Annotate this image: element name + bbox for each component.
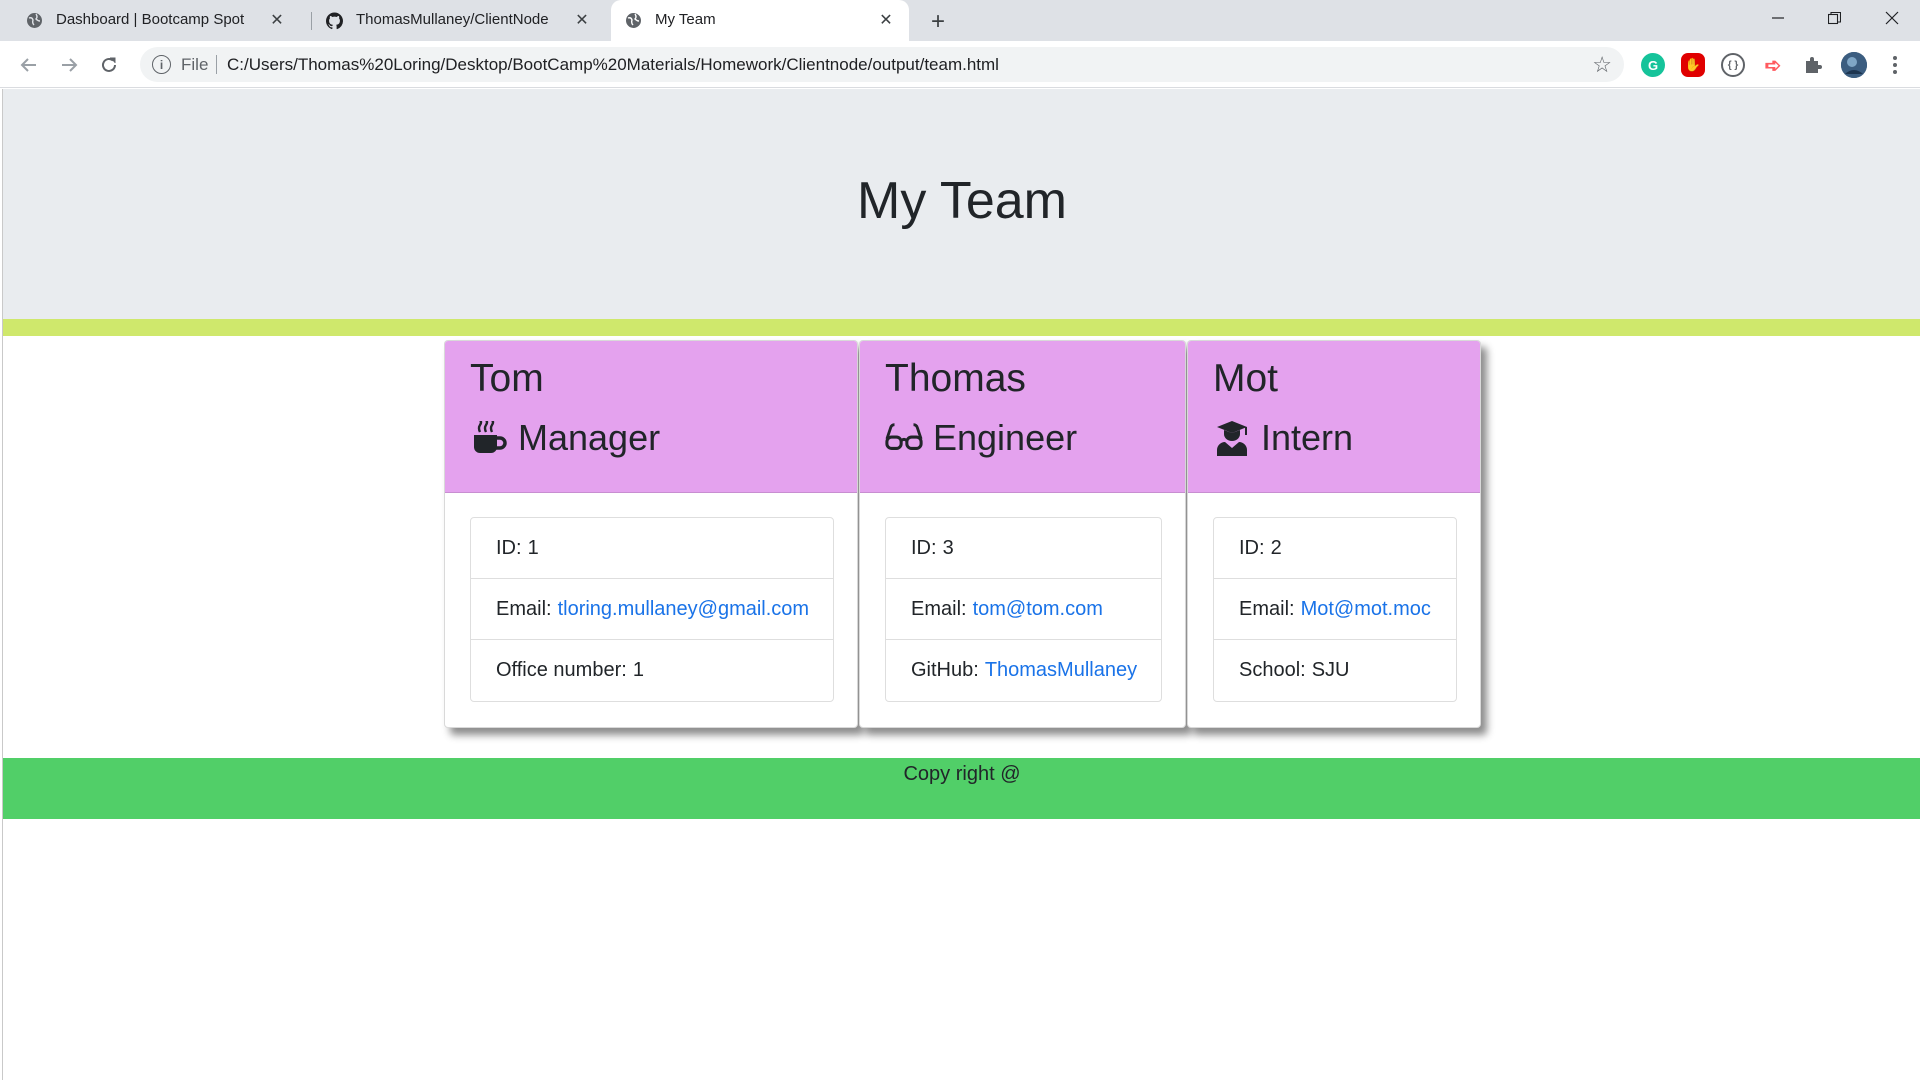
info-list: ID: 1 Email: tloring.mullaney@gmail.com Of… <box>470 517 834 702</box>
github-link[interactable]: ThomasMullaney <box>985 659 1137 682</box>
close-icon[interactable]: ✕ <box>877 11 895 29</box>
info-school: School: SJU <box>1214 640 1456 701</box>
github-icon <box>326 12 343 29</box>
info-id: ID: 1 <box>471 518 833 579</box>
card-header: Thomas Engineer <box>860 341 1185 493</box>
info-icon[interactable]: i <box>152 55 171 74</box>
employee-role: Engineer <box>885 417 1077 459</box>
info-list: ID: 3 Email: tom@tom.com GitHub: ThomasMull… <box>885 517 1162 702</box>
id-value: 2 <box>1270 536 1282 559</box>
puzzle-icon[interactable] <box>1801 53 1825 77</box>
adblock-icon[interactable]: ✋ <box>1681 53 1705 77</box>
menu-kebab-icon[interactable] <box>1880 50 1910 80</box>
tab-my-team[interactable]: My Team ✕ <box>611 0 909 41</box>
back-icon[interactable] <box>14 50 44 80</box>
email-link[interactable]: tom@tom.com <box>973 598 1103 621</box>
info-email: Email: Mot@mot.moc <box>1214 579 1456 640</box>
employee-role: Intern <box>1213 417 1353 459</box>
browser-toolbar: i File C:/Users/Thomas%20Loring/Desktop/… <box>0 41 1920 88</box>
reload-icon[interactable] <box>94 50 124 80</box>
info-id: ID: 2 <box>1214 518 1456 579</box>
info-email: Email: tom@tom.com <box>886 579 1161 640</box>
cast-icon[interactable]: ➪ <box>1761 53 1785 77</box>
tab-title: Dashboard | Bootcamp Spot <box>56 11 245 28</box>
email-link[interactable]: Mot@mot.moc <box>1301 598 1431 621</box>
globe-icon <box>26 12 43 29</box>
tab-title: My Team <box>655 11 716 28</box>
close-icon[interactable]: ✕ <box>268 11 286 29</box>
footer: Copy right @ <box>3 758 1920 819</box>
card-header: Mot Intern <box>1188 341 1480 493</box>
tab-title: ThomasMullaney/ClientNode <box>356 11 549 28</box>
new-tab-button[interactable]: + <box>924 8 952 36</box>
footer-text: Copy right @ <box>903 763 1021 785</box>
profile-avatar-icon[interactable] <box>1841 52 1867 78</box>
close-icon[interactable]: ✕ <box>573 11 591 29</box>
jumbotron: My Team <box>3 89 1920 319</box>
restore-icon[interactable] <box>1806 0 1862 36</box>
email-link[interactable]: tloring.mullaney@gmail.com <box>558 598 810 621</box>
minimize-icon[interactable] <box>1750 0 1806 36</box>
office-label: Office number: <box>496 659 627 681</box>
grammarly-icon[interactable]: G <box>1641 53 1665 77</box>
employee-role: Manager <box>470 417 660 459</box>
address-bar[interactable]: i File C:/Users/Thomas%20Loring/Desktop/… <box>140 47 1624 82</box>
info-email: Email: tloring.mullaney@gmail.com <box>471 579 833 640</box>
page-content: My Team Tom Manager ID: 1 Email: tloring.m… <box>2 89 1920 1080</box>
role-label: Engineer <box>933 417 1078 458</box>
window-close-icon[interactable] <box>1864 0 1920 36</box>
accent-bar <box>3 319 1920 336</box>
url-text[interactable]: C:/Users/Thomas%20Loring/Desktop/BootCam… <box>227 55 999 75</box>
id-value: 1 <box>527 536 539 559</box>
employee-card-manager: Tom Manager ID: 1 Email: tloring.mullaney@… <box>444 340 858 728</box>
id-label: ID: <box>911 536 937 559</box>
email-label: Email: <box>496 597 552 620</box>
school-value: SJU <box>1311 659 1350 681</box>
email-label: Email: <box>911 597 967 620</box>
forward-icon[interactable] <box>54 50 84 80</box>
coffee-mug-icon <box>470 419 508 457</box>
address-divider <box>216 55 217 74</box>
id-label: ID: <box>1239 536 1265 559</box>
scheme-label: File <box>181 55 209 74</box>
employee-card-intern: Mot Intern ID: 2 Email: Mot@mot.moc School… <box>1187 340 1481 728</box>
bookmark-star-icon[interactable]: ☆ <box>1592 52 1612 78</box>
info-github: GitHub: ThomasMullaney <box>886 640 1161 701</box>
extension-icon[interactable]: { } <box>1721 53 1745 77</box>
info-id: ID: 3 <box>886 518 1161 579</box>
employee-card-engineer: Thomas Engineer ID: 3 Email: tom@tom.com G… <box>859 340 1186 728</box>
role-label: Intern <box>1261 417 1354 458</box>
employee-name: Thomas <box>885 357 1026 400</box>
role-label: Manager <box>518 417 661 458</box>
info-office: Office number: 1 <box>471 640 833 701</box>
info-list: ID: 2 Email: Mot@mot.moc School: SJU <box>1213 517 1457 702</box>
globe-icon <box>625 12 642 29</box>
card-header: Tom Manager <box>445 341 857 493</box>
tab-dashboard[interactable]: Dashboard | Bootcamp Spot ✕ <box>0 0 300 41</box>
tab-github[interactable]: ThomasMullaney/ClientNode ✕ <box>311 0 611 41</box>
employee-name: Mot <box>1213 357 1279 400</box>
graduate-icon <box>1213 419 1251 457</box>
github-label: GitHub: <box>911 659 979 681</box>
office-value: 1 <box>632 659 644 681</box>
school-label: School: <box>1239 659 1306 681</box>
id-value: 3 <box>942 536 954 559</box>
email-label: Email: <box>1239 597 1295 620</box>
page-title: My Team <box>857 172 1067 230</box>
employee-name: Tom <box>470 357 544 400</box>
browser-window: Dashboard | Bootcamp Spot ✕ ThomasMullan… <box>0 0 1920 1080</box>
glasses-icon <box>885 419 923 457</box>
tab-strip: Dashboard | Bootcamp Spot ✕ ThomasMullan… <box>0 0 1920 41</box>
id-label: ID: <box>496 536 522 559</box>
